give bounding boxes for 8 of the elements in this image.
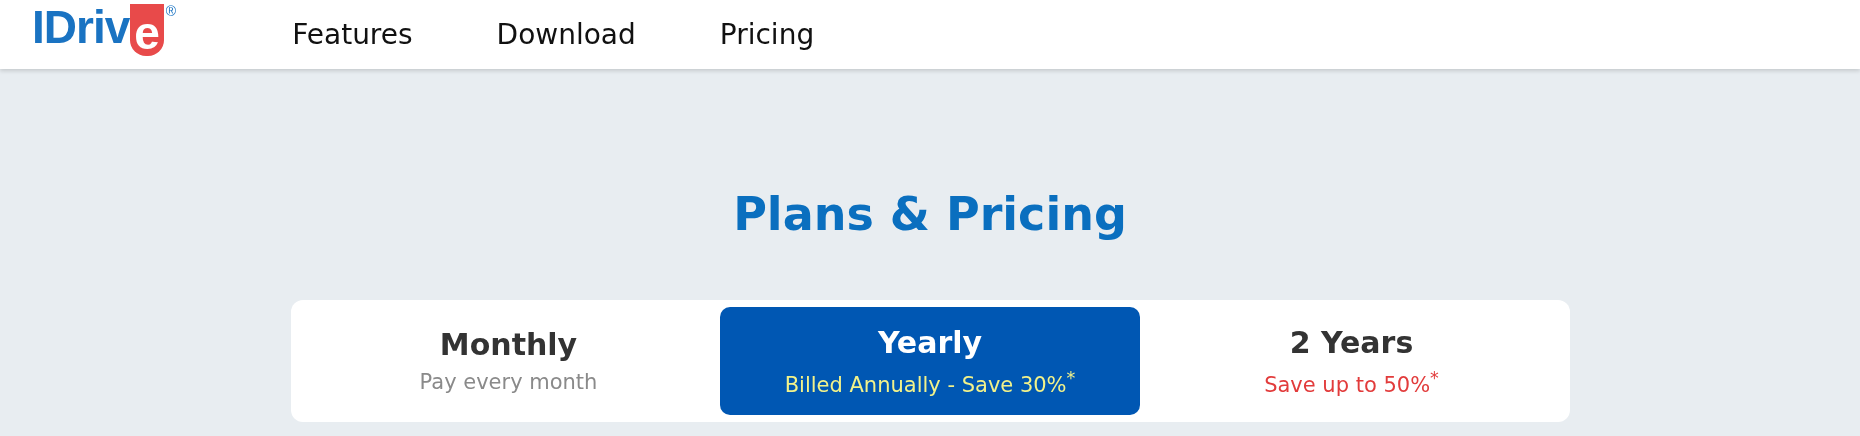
plan-tab[interactable]: 2 Years Save up to 50%$^{*}$ xyxy=(1141,306,1562,415)
plan-tab[interactable]: Yearly Billed Annually - Save 30%$^{*}$ xyxy=(720,306,1140,415)
nav-link[interactable]: Features xyxy=(292,18,413,51)
nav-link[interactable]: Pricing xyxy=(719,18,815,51)
nav-link[interactable]: Download xyxy=(496,18,636,51)
plan-tab[interactable]: Monthly Pay every month xyxy=(298,306,719,415)
page-title: Plans & Pricing xyxy=(733,189,1127,240)
logo[interactable]: IDrive$^{®}$ xyxy=(32,3,177,56)
